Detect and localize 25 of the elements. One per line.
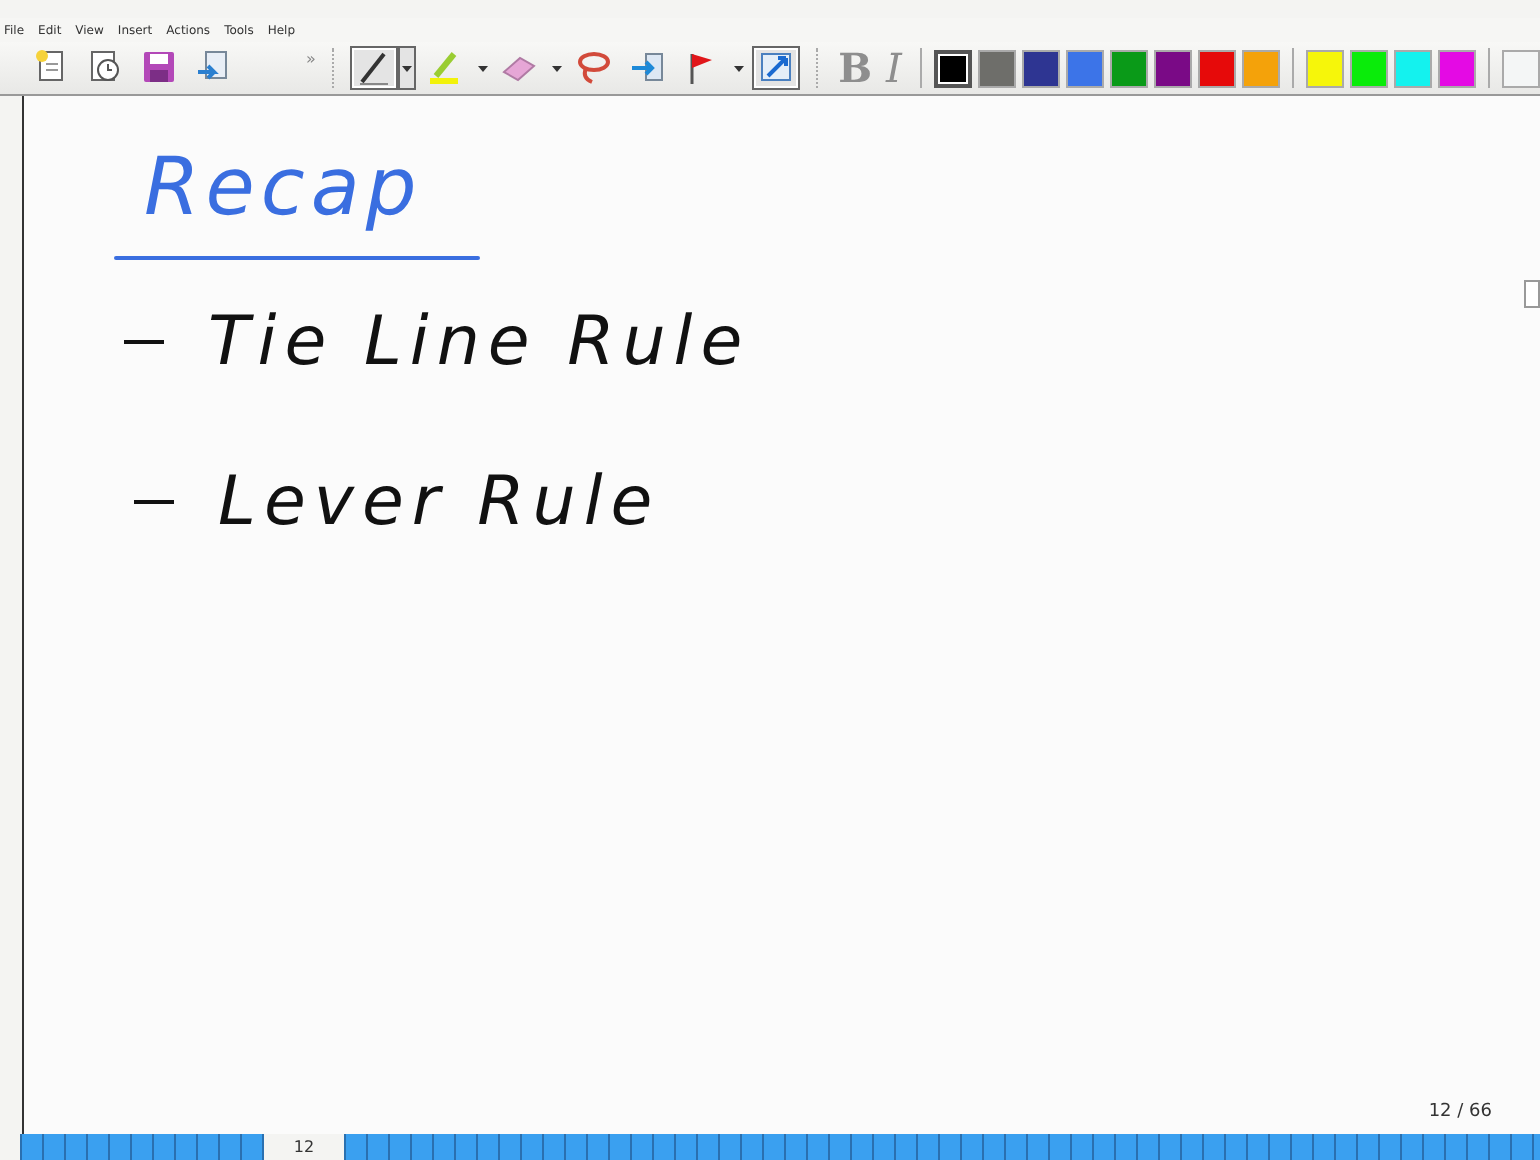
dash-stroke <box>124 340 164 344</box>
color-swatch[interactable] <box>1502 49 1540 87</box>
color-swatch[interactable] <box>1438 49 1476 87</box>
page-number: 12 / 66 <box>1428 1102 1492 1122</box>
current-page-number: 12 <box>291 1138 317 1156</box>
dash-stroke <box>134 500 174 504</box>
color-swatch[interactable] <box>1110 49 1148 87</box>
color-swatch[interactable] <box>1022 49 1060 87</box>
pen-icon <box>354 48 394 88</box>
pen-tool[interactable] <box>350 46 398 90</box>
color-swatch[interactable] <box>1198 49 1236 87</box>
color-swatch[interactable] <box>1350 49 1388 87</box>
color-swatch[interactable] <box>1066 49 1104 87</box>
lasso-icon <box>574 48 614 88</box>
color-swatch[interactable] <box>1394 49 1432 87</box>
handwritten-text: Tie Line Rule <box>208 300 751 386</box>
save-icon <box>140 48 180 88</box>
selection-tool[interactable] <box>752 46 800 90</box>
color-swatch[interactable] <box>1154 49 1192 87</box>
color-swatch[interactable] <box>1306 49 1344 87</box>
color-swatch[interactable] <box>1242 49 1280 87</box>
handwritten-title: Recap <box>142 140 425 238</box>
handwritten-text: Lever Rule <box>218 460 661 546</box>
color-swatch[interactable] <box>978 49 1016 87</box>
color-swatch[interactable] <box>934 49 972 87</box>
